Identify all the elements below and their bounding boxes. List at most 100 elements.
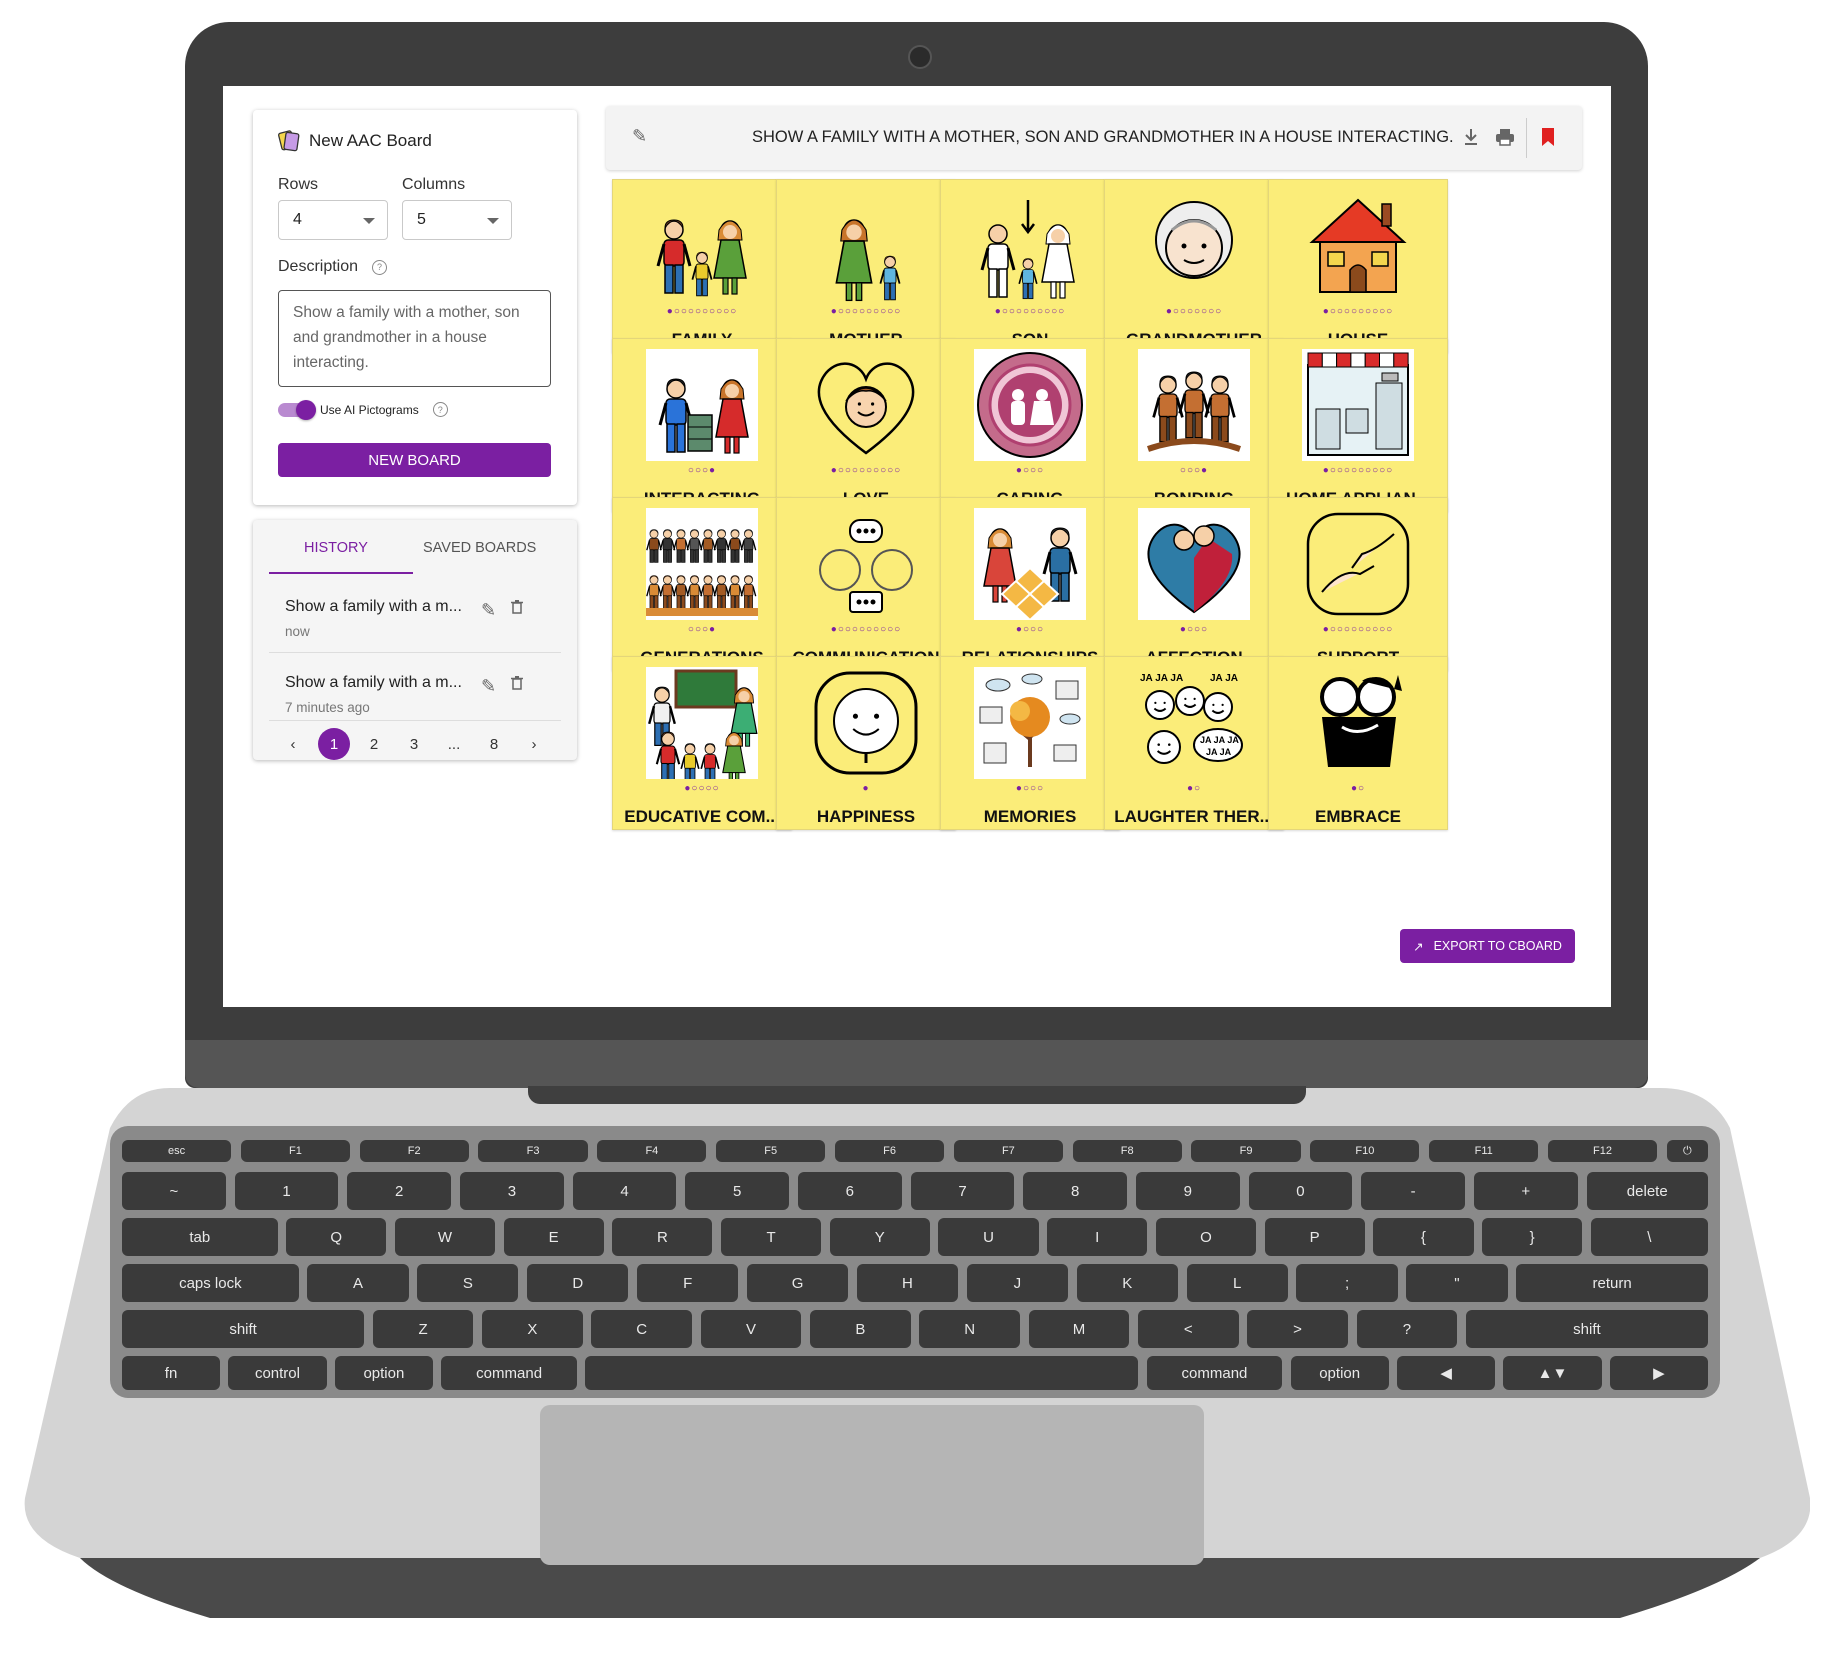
board-tile[interactable]: ●○○○○○○○○○SON [940,179,1120,353]
panel-title-text: New AAC Board [309,131,432,150]
keyboard-key: W [394,1218,496,1256]
download-icon[interactable] [1463,128,1479,146]
history-item[interactable]: Show a family with a m... now ✎ [269,576,561,653]
keyboard: esc F1 F2 F3 F4 F5 F6 F7 F8 F9 F10 F11 F12 ⏻ ~1 2 3 4 5 6 7 8… [110,1126,1720,1398]
keyboard-key [585,1356,1139,1390]
keyboard-key: D [527,1264,629,1302]
pictogram-options-dots[interactable]: ●○○○○○○○ [1105,306,1283,317]
relationships-icon [974,508,1086,620]
history-item[interactable]: Show a family with a m... 7 minutes ago … [269,652,561,721]
pictogram-options-dots[interactable]: ●○○○ [941,465,1119,476]
board-tile[interactable]: ●○○○○○○○○○HOME APPLIAN... [1268,338,1448,512]
board-tile[interactable]: ●○○○○○○○○○COMMUNICATION [776,497,956,671]
rows-label: Rows [278,176,319,193]
board-tile[interactable]: ● HAPPINESS [776,656,956,830]
pictogram-options-dots[interactable]: ●○○○○○○○○○ [613,306,791,317]
keyboard-key: B [809,1310,911,1348]
board-tile[interactable]: ●○○○○○○○○○SUPPORT [1268,497,1448,671]
bookmark-icon[interactable] [1542,128,1554,146]
memories-icon [974,667,1086,779]
board-tile[interactable]: ●○○○○○○○○○HOUSE [1268,179,1448,353]
keyboard-key: " [1406,1264,1508,1302]
board-tile[interactable]: ○○○●GENERATIONS [612,497,792,671]
pictogram-options-dots[interactable]: ●○ [1269,783,1447,794]
trash-icon[interactable] [511,600,523,614]
keyboard-key: ⏻ [1666,1140,1708,1162]
print-icon[interactable] [1495,128,1515,146]
pictogram-options-dots[interactable]: ●○○○○ [613,783,791,794]
pictogram-options-dots[interactable]: ●○ [1105,783,1283,794]
camera-icon [908,45,932,69]
columns-select[interactable]: 5 [402,200,512,240]
page-1[interactable]: 1 [318,728,350,760]
board-tile[interactable]: ●○○○CARING [940,338,1120,512]
pencil-icon[interactable]: ✎ [481,676,496,697]
toggle-label-row: Use AI Pictograms ? [320,402,448,417]
keyboard-key: F2 [359,1140,469,1162]
board-tile[interactable]: ●○○○○○○○○○FAMILY [612,179,792,353]
board-tile[interactable]: ○○○●BONDING [1104,338,1284,512]
keyboard-key: fn [122,1356,221,1390]
keyboard-key: control [228,1356,327,1390]
description-input[interactable]: Show a family with a mother, son and gra… [278,290,551,387]
tab-history[interactable]: HISTORY [304,540,368,556]
board-tile[interactable]: ●○ EMBRACE [1268,656,1448,830]
keyboard-key: < [1137,1310,1239,1348]
pictogram-options-dots[interactable]: ●○○○○○○○○○ [1269,306,1447,317]
history-item-text: Show a family with a m... [285,598,462,615]
keyboard-key: V [700,1310,802,1348]
keyboard-key: F [637,1264,739,1302]
board-tile[interactable]: ○○○●INTERACTING [612,338,792,512]
board-tile[interactable]: ●○○○RELATIONSHIPS [940,497,1120,671]
board-tile[interactable]: ●○○○○○○○GRANDMOTHER [1104,179,1284,353]
board-tile[interactable]: ●○○○○○○○○○MOTHER [776,179,956,353]
keyboard-key: Z [372,1310,474,1348]
trackpad[interactable] [540,1405,1204,1565]
board-tile[interactable]: ●○○○○○○○○○LOVE [776,338,956,512]
help-icon[interactable]: ? [432,402,448,417]
pictogram-options-dots[interactable]: ○○○● [613,465,791,476]
keyboard-key: ▲▼ [1503,1356,1602,1390]
pencil-icon[interactable]: ✎ [481,600,496,621]
pencil-icon[interactable]: ✎ [632,126,647,147]
tab-saved-boards[interactable]: SAVED BOARDS [423,540,536,556]
rows-select[interactable]: 4 [278,200,388,240]
keyboard-key: > [1247,1310,1348,1348]
pictogram-options-dots[interactable]: ●○○○○○○○○○ [777,465,955,476]
keyboard-key: \ [1590,1218,1708,1256]
keyboard-key: 7 [910,1172,1015,1210]
chevron-left-icon[interactable]: ‹ [277,728,309,760]
new-board-button[interactable]: NEW BOARD [278,443,551,477]
pictogram-options-dots[interactable]: ●○○○○○○○○○ [941,306,1119,317]
pictogram-options-dots[interactable]: ●○○○ [941,783,1119,794]
pictogram-options-dots[interactable]: ● [777,783,955,794]
trash-icon[interactable] [511,676,523,690]
rows-value: 4 [293,211,302,228]
pictogram-options-dots[interactable]: ●○○○○○○○○○ [777,306,955,317]
svg-text:JA JA JA: JA JA JA [1140,673,1183,684]
chevron-right-icon[interactable]: › [518,728,550,760]
board-tile[interactable]: ●○○○AFFECTION [1104,497,1284,671]
page-8[interactable]: 8 [478,728,510,760]
help-icon[interactable]: ? [372,259,388,275]
app-screen: New AAC Board Rows Columns 4 5 Descripti… [223,86,1611,1007]
keyboard-key: F5 [716,1140,826,1162]
ai-pictograms-toggle[interactable] [278,400,318,420]
keyboard-key: shift [1465,1310,1708,1348]
board-tile[interactable]: ●○○○ MEMORIES [940,656,1120,830]
pictogram-options-dots[interactable]: ●○○○ [941,624,1119,635]
page-3[interactable]: 3 [398,728,430,760]
pictogram-options-dots[interactable]: ○○○● [1105,465,1283,476]
board-tile[interactable]: JA JA JA JA JA JA JA JA JA JA ●○ LAUGHTER TH… [1104,656,1284,830]
pictogram-options-dots[interactable]: ●○○○ [1105,624,1283,635]
pictogram-options-dots[interactable]: ●○○○○○○○○○ [1269,624,1447,635]
board-tile[interactable]: ●○○○○ EDUCATIVE COM... [612,656,792,830]
pictogram-options-dots[interactable]: ●○○○○○○○○○ [1269,465,1447,476]
page-2[interactable]: 2 [358,728,390,760]
keyboard-key: 2 [347,1172,452,1210]
pictogram-options-dots[interactable]: ●○○○○○○○○○ [777,624,955,635]
keyboard-key: command [1146,1356,1283,1390]
export-to-cboard-button[interactable]: ↗ EXPORT TO CBOARD [1400,929,1575,963]
pictogram-options-dots[interactable]: ○○○● [613,624,791,635]
hinge [528,1086,1306,1104]
